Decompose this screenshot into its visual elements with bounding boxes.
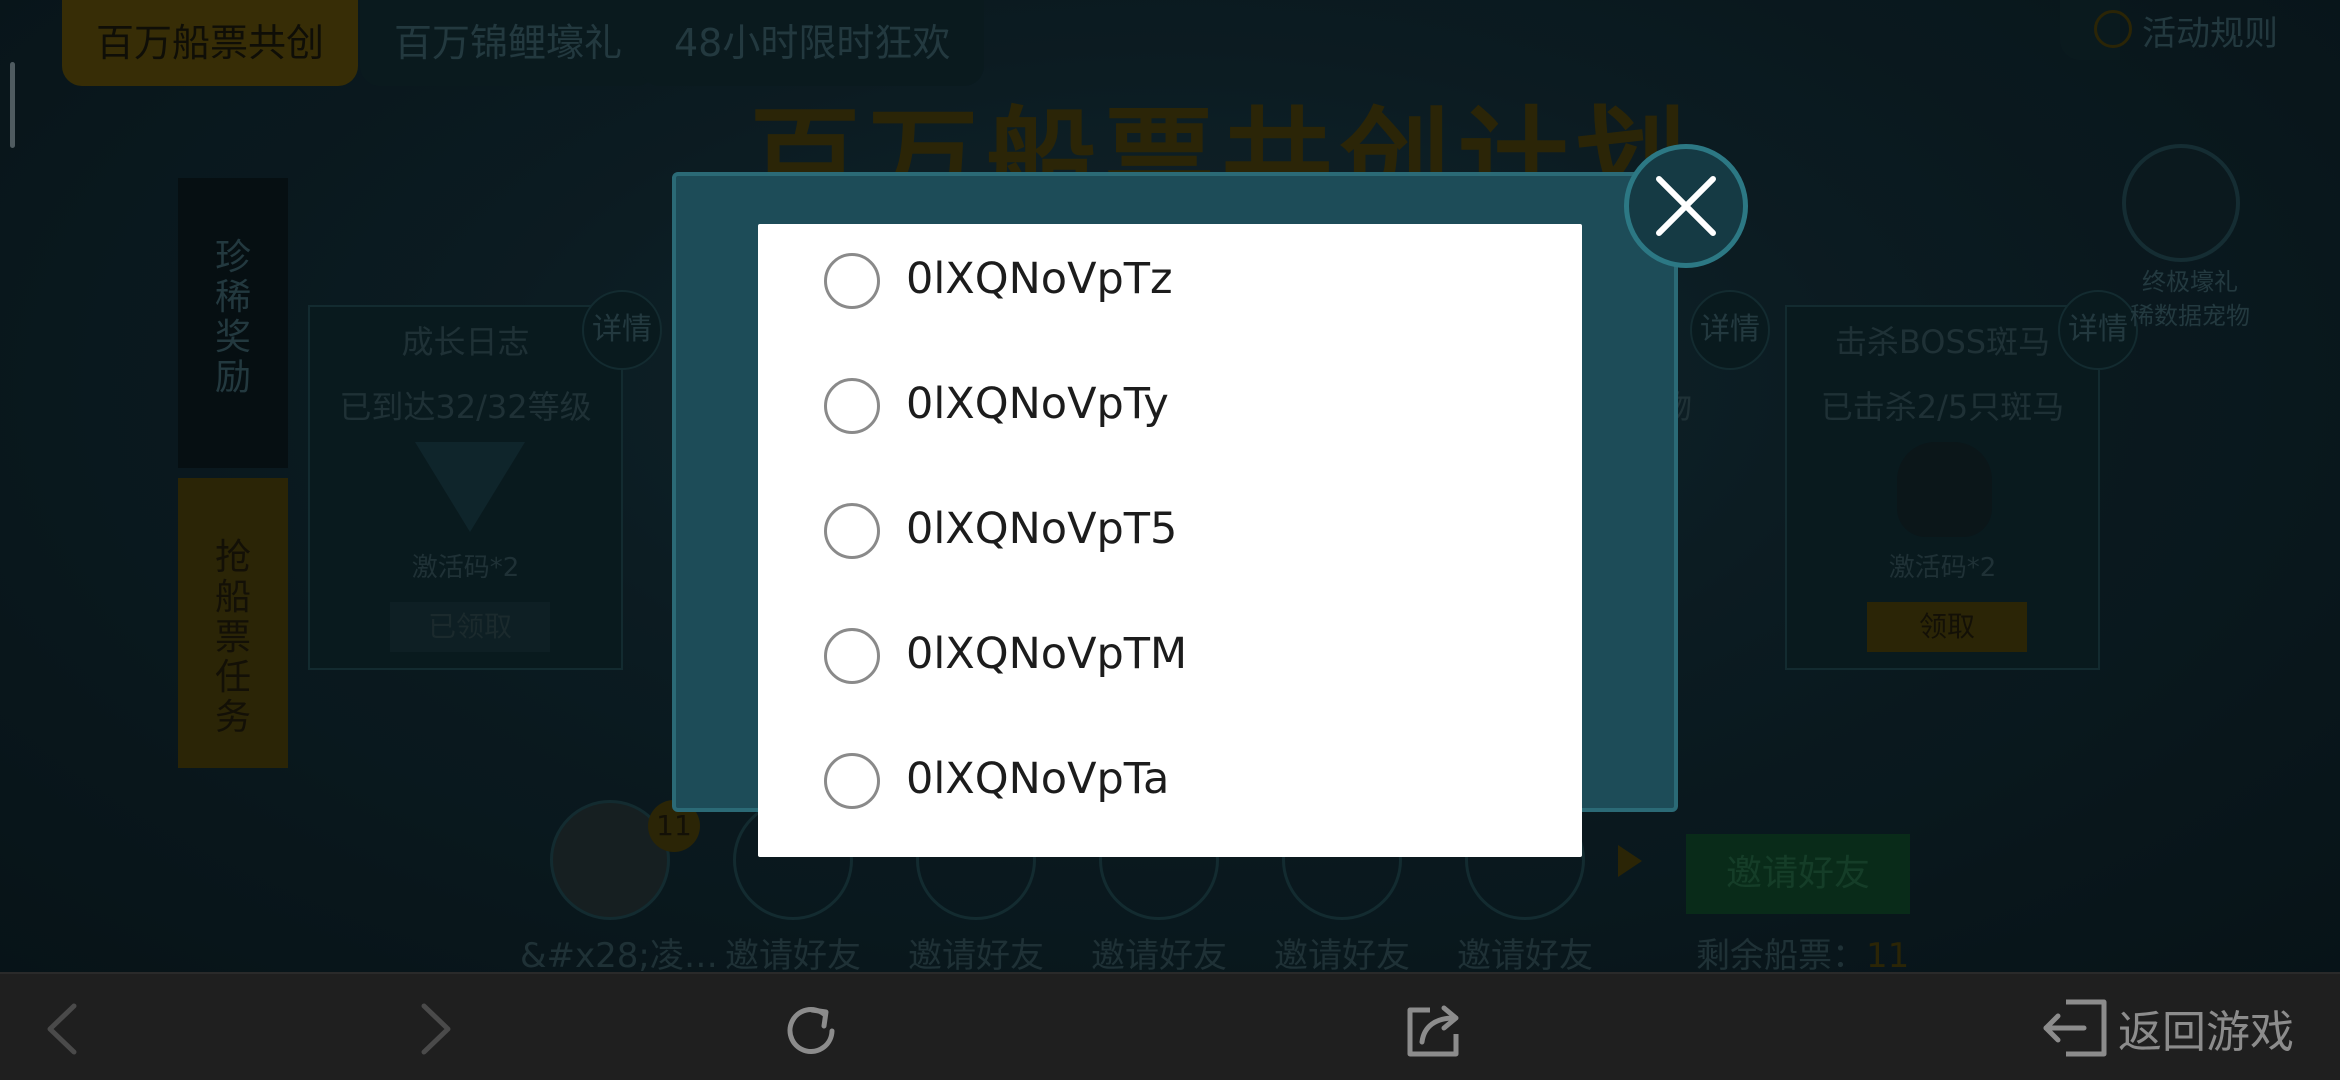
account-option[interactable]: 0lXQNoVpT5: [758, 474, 1582, 599]
radio-button[interactable]: [824, 628, 880, 684]
account-option-label: 0lXQNoVpT5: [906, 504, 1178, 554]
browser-toolbar: 返回游戏: [0, 972, 2340, 1080]
account-option-label: 0lXQNoVpTa: [906, 754, 1170, 804]
close-icon: [1656, 176, 1716, 236]
chevron-left-icon[interactable]: [42, 1002, 82, 1056]
return-to-game-label[interactable]: 返回游戏: [2118, 996, 2294, 1060]
chevron-right-icon[interactable]: [416, 1002, 456, 1056]
account-option[interactable]: 0lXQNoVpTa: [758, 724, 1582, 849]
account-option[interactable]: 0lXQNoVpTy: [758, 349, 1582, 474]
radio-button[interactable]: [824, 503, 880, 559]
refresh-icon[interactable]: [780, 1000, 842, 1062]
radio-button[interactable]: [824, 753, 880, 809]
account-option-label: 0lXQNoVpTM: [906, 629, 1188, 679]
share-icon[interactable]: [1404, 1000, 1464, 1060]
account-option-label: 0lXQNoVpTy: [906, 379, 1169, 429]
radio-button[interactable]: [824, 378, 880, 434]
exit-icon: [2043, 999, 2107, 1057]
account-select-sheet: 0lXQNoVpTz 0lXQNoVpTy 0lXQNoVpT5 0lXQNoV…: [758, 224, 1582, 857]
account-option-label: 0lXQNoVpTz: [906, 254, 1173, 304]
account-option[interactable]: 0lXQNoVpTM: [758, 599, 1582, 724]
radio-button[interactable]: [824, 253, 880, 309]
close-button[interactable]: [1624, 144, 1748, 268]
account-option[interactable]: 0lXQNoVpTz: [758, 224, 1582, 349]
